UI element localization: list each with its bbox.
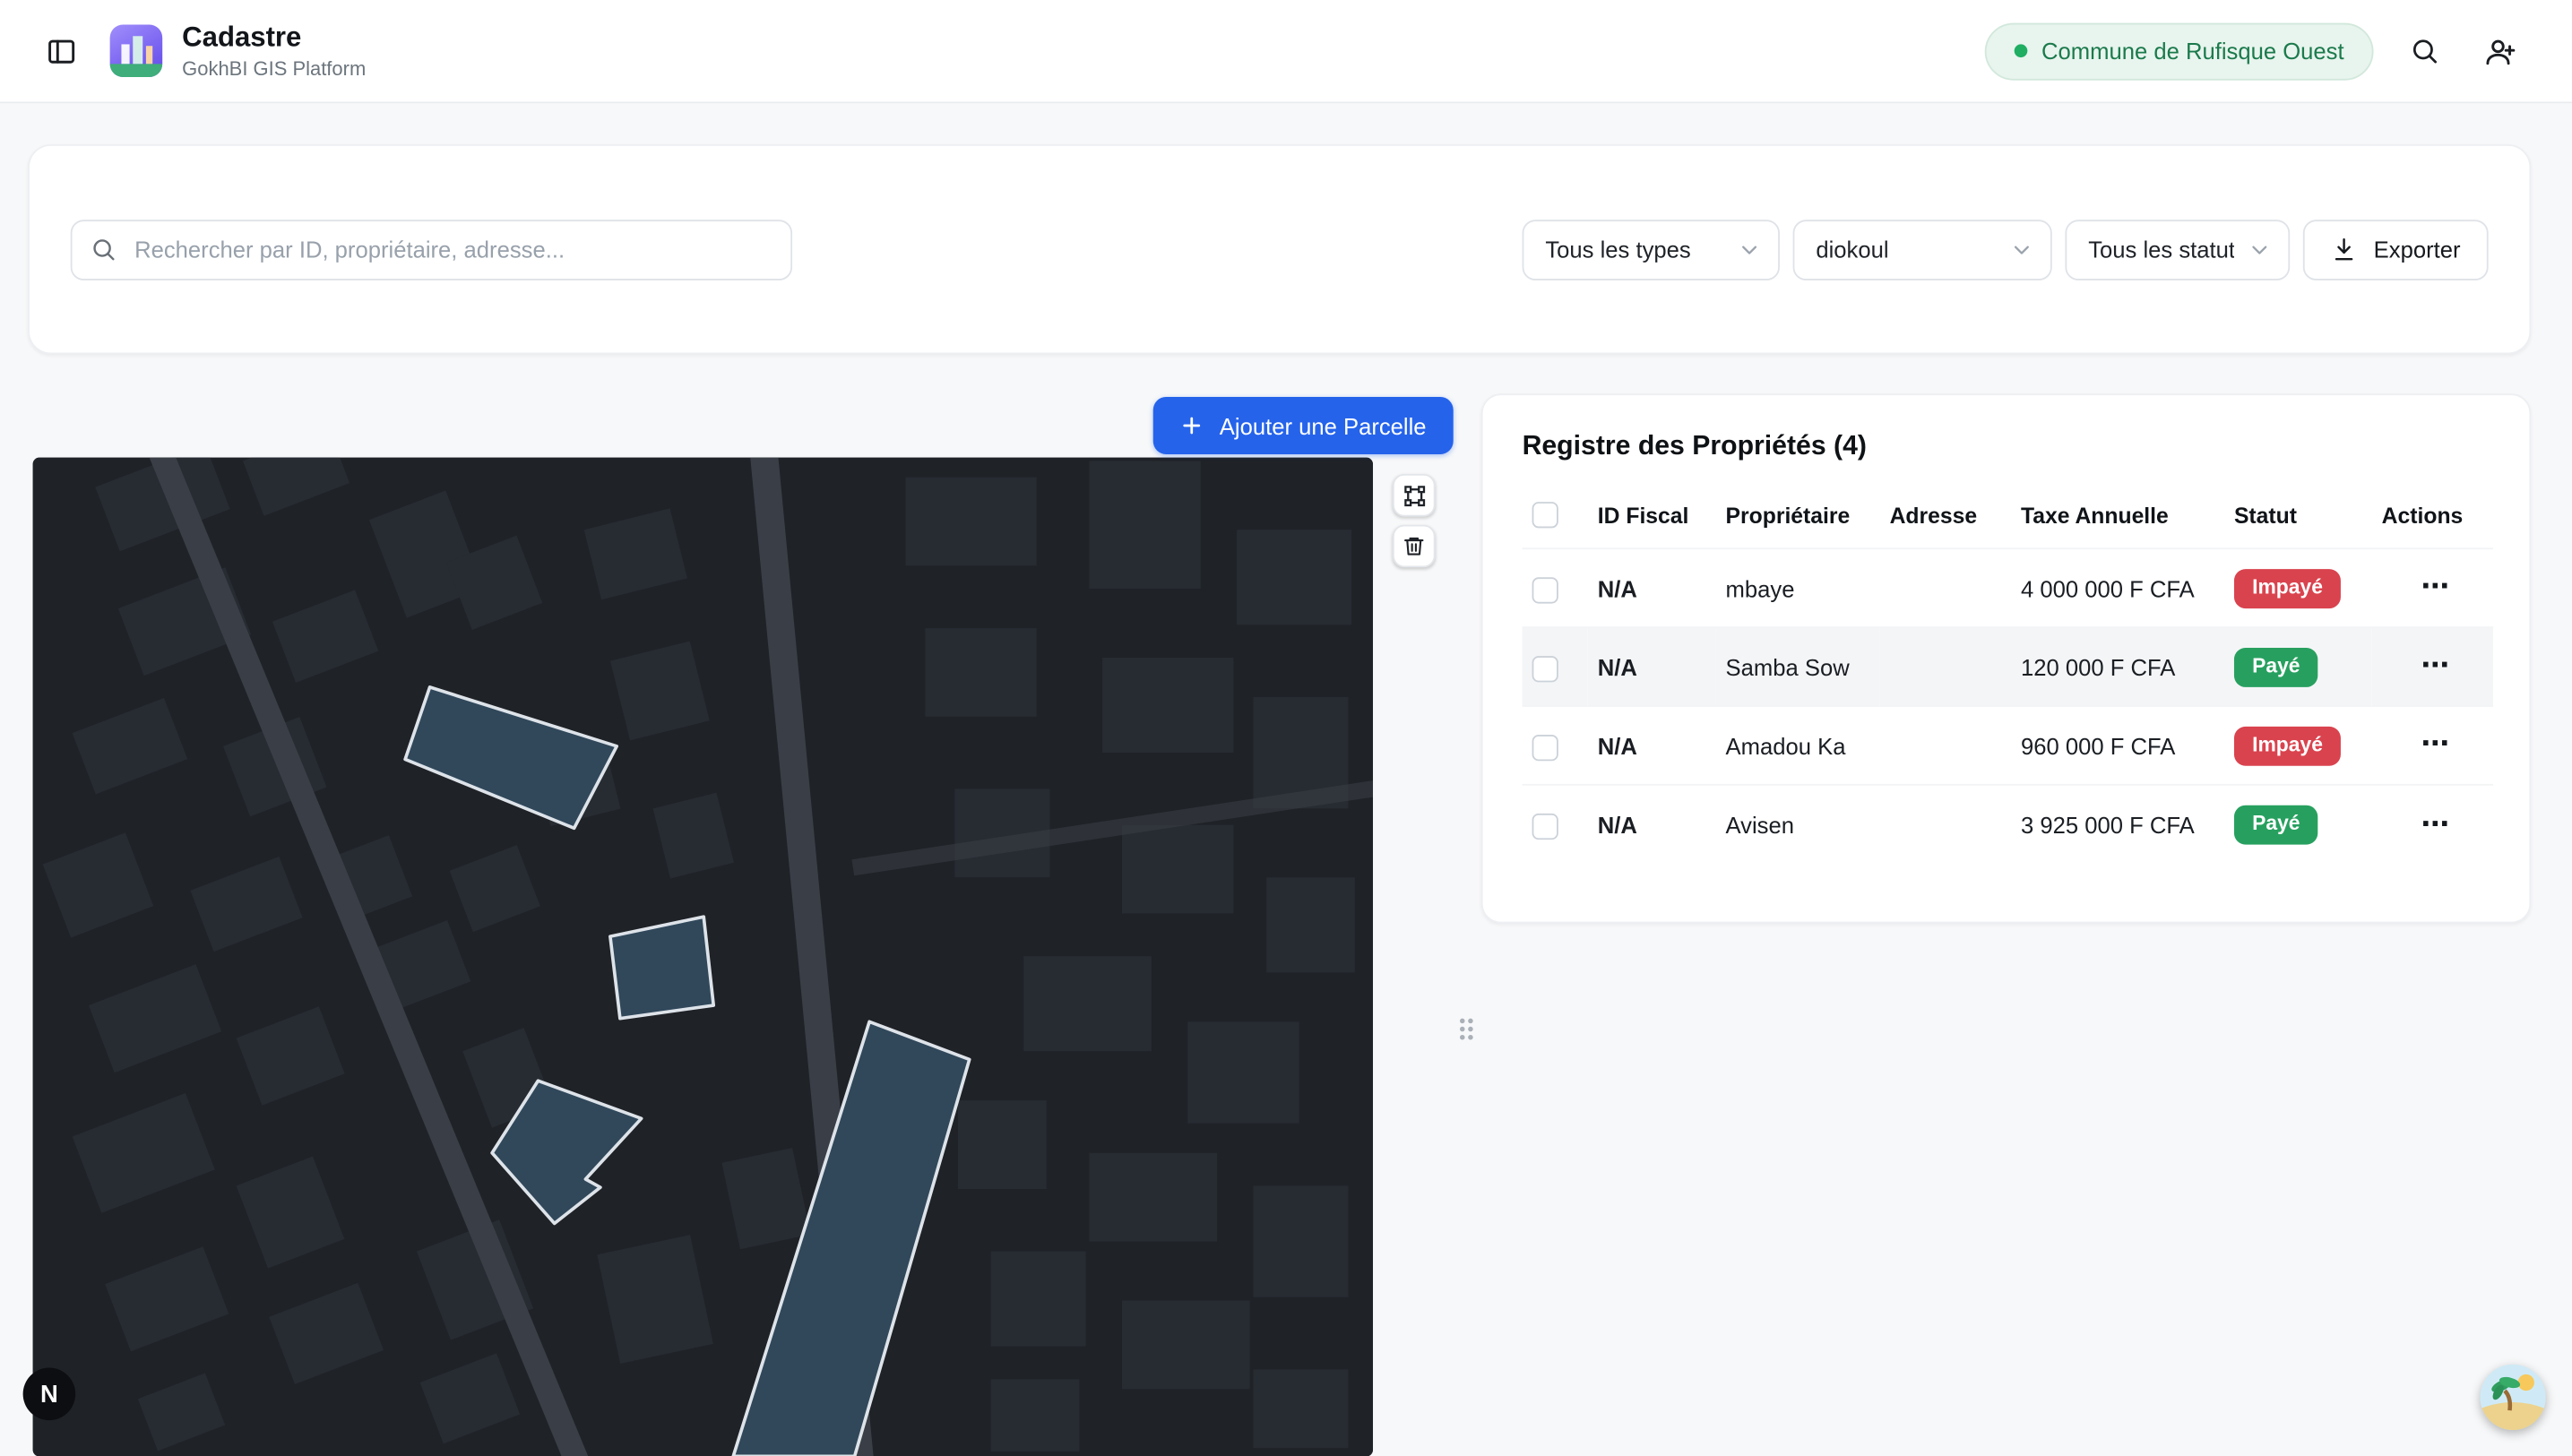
column-header-proprietaire: Propriétaire — [1716, 486, 1880, 549]
cell-adresse — [1880, 628, 2011, 707]
cell-adresse — [1880, 707, 2011, 786]
cell-proprietaire: Amadou Ka — [1716, 707, 1880, 786]
user-menu-button[interactable] — [2475, 25, 2526, 76]
cell-adresse — [1880, 549, 2011, 628]
cell-id-fiscal: N/A — [1588, 549, 1716, 628]
cell-adresse — [1880, 786, 2011, 865]
row-checkbox[interactable] — [1532, 814, 1558, 840]
status-badge: Impayé — [2234, 569, 2341, 607]
zone-filter-dropdown[interactable]: diokoul — [1793, 219, 2052, 280]
parcel-polygon[interactable] — [610, 917, 713, 1018]
table-row[interactable]: N/A Samba Sow 120 000 F CFA Payé ⋯ — [1523, 628, 2494, 707]
registry-table: ID Fiscal Propriétaire Adresse Taxe Annu… — [1523, 486, 2494, 865]
delete-parcel-tool-button[interactable] — [1393, 525, 1436, 568]
panel-left-icon — [46, 35, 77, 66]
commune-badge-label: Commune de Rufisque Ouest — [2041, 38, 2344, 64]
column-header-taxe: Taxe Annuelle — [2011, 486, 2224, 549]
status-badge: Impayé — [2234, 727, 2341, 765]
cell-proprietaire: mbaye — [1716, 549, 1880, 628]
table-row[interactable]: N/A Amadou Ka 960 000 F CFA Impayé ⋯ — [1523, 707, 2494, 786]
chevron-down-icon — [1737, 237, 1761, 261]
row-checkbox[interactable] — [1532, 655, 1558, 681]
row-actions-button[interactable]: ⋯ — [2412, 726, 2459, 767]
app-logo — [110, 24, 163, 77]
chevron-down-icon — [2009, 237, 2033, 261]
select-all-checkbox[interactable] — [1532, 503, 1558, 529]
row-checkbox[interactable] — [1532, 577, 1558, 603]
export-button[interactable]: Exporter — [2303, 219, 2489, 280]
cell-taxe: 3 925 000 F CFA — [2011, 786, 2224, 865]
table-row[interactable]: N/A mbaye 4 000 000 F CFA Impayé ⋯ — [1523, 549, 2494, 628]
cell-id-fiscal: N/A — [1588, 786, 1716, 865]
map-canvas[interactable] — [33, 458, 1373, 1456]
cell-taxe: 120 000 F CFA — [2011, 628, 2224, 707]
map-svg — [33, 458, 1373, 1456]
cell-proprietaire: Avisen — [1716, 786, 1880, 865]
cell-id-fiscal: N/A — [1588, 707, 1716, 786]
app-viewport: Cadastre GokhBI GIS Platform Commune de … — [0, 0, 2572, 1456]
user-plus-icon — [2485, 35, 2516, 66]
table-header-row: ID Fiscal Propriétaire Adresse Taxe Annu… — [1523, 486, 2494, 549]
registry-title: Registre des Propriétés (4) — [1523, 431, 2490, 462]
registry-card: Registre des Propriétés (4) ID Fiscal Pr… — [1481, 393, 2531, 923]
status-filter-dropdown[interactable]: Tous les statuts — [2066, 219, 2291, 280]
trash-icon — [1403, 535, 1426, 558]
draw-parcel-tool-button[interactable] — [1393, 474, 1436, 517]
compass-control[interactable]: N — [23, 1368, 76, 1421]
table-row[interactable]: N/A Avisen 3 925 000 F CFA Payé ⋯ — [1523, 786, 2494, 865]
column-header-id-fiscal: ID Fiscal — [1588, 486, 1716, 549]
search-box — [71, 219, 792, 280]
map-draw-controls — [1393, 474, 1436, 567]
row-checkbox[interactable] — [1532, 734, 1558, 760]
header-actions: Commune de Rufisque Ouest — [1984, 22, 2526, 80]
row-actions-button[interactable]: ⋯ — [2412, 647, 2459, 688]
column-header-actions: Actions — [2372, 486, 2493, 549]
panel-resize-handle[interactable] — [1460, 1019, 1473, 1040]
status-badge: Payé — [2234, 806, 2318, 844]
cell-taxe: 960 000 F CFA — [2011, 707, 2224, 786]
add-parcel-button[interactable]: Ajouter une Parcelle — [1153, 397, 1454, 454]
search-icon — [91, 236, 117, 262]
island-floating-button[interactable] — [2481, 1365, 2546, 1430]
status-filter-value: Tous les statuts — [2088, 237, 2234, 263]
row-actions-button[interactable]: ⋯ — [2412, 568, 2459, 609]
chevron-down-icon — [2248, 237, 2272, 261]
app-header: Cadastre GokhBI GIS Platform Commune de … — [0, 0, 2572, 103]
plus-icon — [1180, 413, 1204, 437]
cell-proprietaire: Samba Sow — [1716, 628, 1880, 707]
page-title: Cadastre — [182, 21, 366, 53]
city-logo-icon — [110, 24, 163, 77]
search-button[interactable] — [2400, 26, 2449, 75]
type-filter-value: Tous les types — [1545, 237, 1724, 263]
status-badge: Payé — [2234, 648, 2318, 686]
add-parcel-button-label: Ajouter une Parcelle — [1220, 412, 1427, 438]
cell-id-fiscal: N/A — [1588, 628, 1716, 707]
commune-badge[interactable]: Commune de Rufisque Ouest — [1984, 22, 2374, 80]
filter-card: Tous les types diokoul Tous les statuts … — [28, 144, 2531, 354]
online-status-dot — [2014, 44, 2027, 57]
download-icon — [2331, 237, 2357, 263]
page-subtitle: GokhBI GIS Platform — [182, 58, 366, 82]
type-filter-dropdown[interactable]: Tous les types — [1523, 219, 1780, 280]
row-actions-button[interactable]: ⋯ — [2412, 805, 2459, 846]
column-header-adresse: Adresse — [1880, 486, 2011, 549]
search-input[interactable] — [71, 219, 792, 280]
column-header-statut: Statut — [2224, 486, 2372, 549]
island-icon — [2481, 1365, 2546, 1430]
app-titles: Cadastre GokhBI GIS Platform — [182, 21, 366, 81]
export-button-label: Exporter — [2374, 237, 2461, 263]
compass-label: N — [40, 1380, 58, 1408]
sidebar-toggle-button[interactable] — [36, 25, 87, 76]
draw-rectangle-icon — [1402, 483, 1426, 507]
zone-filter-value: diokoul — [1816, 237, 1996, 263]
filter-actions: Tous les types diokoul Tous les statuts … — [1523, 219, 2489, 280]
cell-taxe: 4 000 000 F CFA — [2011, 549, 2224, 628]
search-icon — [2410, 36, 2439, 65]
